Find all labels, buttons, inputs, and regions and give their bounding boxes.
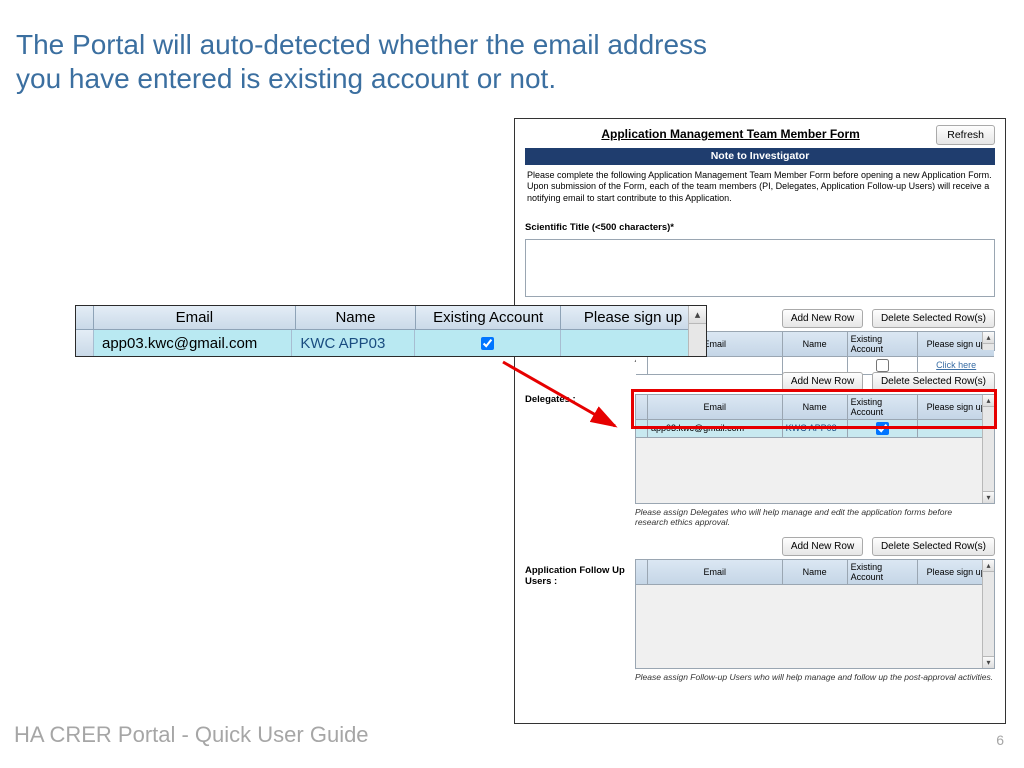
followup-caption: Please assign Follow-up Users who will h…: [635, 672, 995, 682]
footer-title: HA CRER Portal - Quick User Guide: [14, 722, 369, 748]
delegates-existing-cell: [848, 420, 919, 438]
refresh-button[interactable]: Refresh: [936, 125, 995, 145]
scroll-down-icon[interactable]: ▾: [983, 656, 994, 668]
scroll-up-icon[interactable]: ▴: [983, 560, 994, 572]
delegates-existing-checkbox: [876, 422, 889, 435]
delegates-caption: Please assign Delegates who will help ma…: [635, 507, 955, 527]
zoom-callout: Email Name Existing Account Please sign …: [75, 305, 707, 357]
zoom-name-cell[interactable]: KWC APP03: [292, 330, 415, 356]
slide-headline: The Portal will auto-detected whether th…: [16, 28, 746, 95]
col-name: Name: [296, 306, 417, 330]
zoom-email-cell[interactable]: app03.kwc@gmail.com: [94, 330, 292, 356]
col-existing: Existing Account: [848, 560, 919, 585]
zoom-row[interactable]: app03.kwc@gmail.com KWC APP03: [76, 330, 706, 356]
followup-delete-rows-button[interactable]: Delete Selected Row(s): [872, 537, 995, 556]
pi-scrollbar[interactable]: ▴: [982, 332, 994, 350]
delegates-add-row-button[interactable]: Add New Row: [782, 372, 863, 391]
row-handle: [636, 420, 648, 438]
grid-corner: [76, 306, 94, 330]
scroll-up-icon[interactable]: ▴: [689, 306, 706, 324]
delegates-scrollbar[interactable]: ▴▾: [982, 395, 994, 503]
scroll-up-icon[interactable]: ▴: [983, 395, 994, 407]
delegates-grid: Email Name Existing Account Please sign …: [635, 394, 995, 504]
followup-scrollbar[interactable]: ▴▾: [982, 560, 994, 668]
followup-label: Application Follow Up Users :: [525, 537, 635, 682]
col-email: Email: [648, 395, 783, 420]
delegates-email-cell[interactable]: app03.kwc@gmail.com: [648, 420, 783, 438]
scroll-up-icon[interactable]: ▴: [983, 332, 994, 344]
followup-grid: Email Name Existing Account Please sign …: [635, 559, 995, 669]
zoom-existing-cell: [415, 330, 560, 356]
zoom-scrollbar[interactable]: ▴: [688, 306, 706, 356]
col-existing: Existing Account: [848, 395, 919, 420]
note-bar: Note to Investigator: [525, 148, 995, 164]
pi-existing-checkbox: [876, 359, 889, 372]
page-number: 6: [996, 732, 1004, 748]
col-signup: Please sign up: [561, 306, 706, 330]
delegates-name-cell[interactable]: KWC APP03: [783, 420, 848, 438]
col-name: Name: [783, 395, 848, 420]
followup-section: Application Follow Up Users : Add New Ro…: [525, 537, 995, 682]
zoom-existing-checkbox: [481, 337, 494, 350]
pi-delete-rows-button[interactable]: Delete Selected Row(s): [872, 309, 995, 328]
instructions-text: Please complete the following Applicatio…: [525, 164, 995, 212]
form-title: Application Management Team Member Form: [525, 125, 936, 145]
delegates-delete-rows-button[interactable]: Delete Selected Row(s): [872, 372, 995, 391]
delegates-row[interactable]: app03.kwc@gmail.com KWC APP03: [636, 420, 994, 438]
scientific-title-textarea[interactable]: [525, 239, 995, 297]
pi-add-row-button[interactable]: Add New Row: [782, 309, 863, 328]
click-here-link[interactable]: Click here: [936, 360, 976, 370]
col-email: Email: [648, 560, 783, 585]
grid-corner: [636, 395, 648, 420]
col-existing: Existing Account: [848, 332, 919, 357]
zoom-signup-cell[interactable]: [561, 330, 706, 356]
col-existing: Existing Account: [416, 306, 561, 330]
callout-arrow: [495, 356, 635, 436]
grid-corner: [636, 560, 648, 585]
row-handle: [76, 330, 94, 356]
scroll-down-icon[interactable]: ▾: [983, 491, 994, 503]
followup-add-row-button[interactable]: Add New Row: [782, 537, 863, 556]
col-name: Name: [783, 332, 848, 357]
col-name: Name: [783, 560, 848, 585]
slide: The Portal will auto-detected whether th…: [0, 0, 1024, 768]
scientific-title-label: Scientific Title (<500 characters)*: [525, 222, 995, 233]
col-email: Email: [94, 306, 296, 330]
